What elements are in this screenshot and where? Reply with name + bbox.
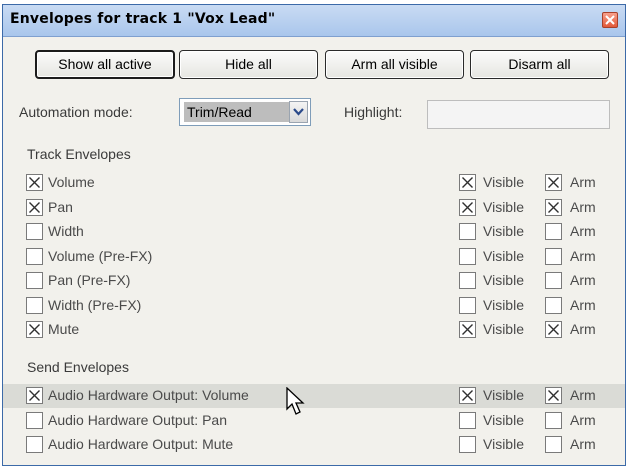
window-title: Envelopes for track 1 "Vox Lead" bbox=[10, 11, 276, 27]
envelope-label: Audio Hardware Output: Pan bbox=[48, 411, 227, 428]
automation-mode-value: Trim/Read bbox=[184, 102, 291, 122]
envelope-row[interactable]: Volume (Pre-FX) Visible Arm bbox=[3, 245, 625, 269]
arm-label: Arm bbox=[570, 272, 596, 288]
visible-label: Visible bbox=[483, 272, 524, 288]
arm-checkbox[interactable] bbox=[545, 296, 562, 314]
envelope-enable-checkbox[interactable] bbox=[26, 247, 43, 265]
envelope-row[interactable]: Pan Visible Arm bbox=[3, 196, 625, 220]
envelope-label: Mute bbox=[48, 321, 80, 337]
visible-checkbox[interactable] bbox=[459, 272, 476, 289]
envelope-enable-checkbox[interactable] bbox=[26, 223, 43, 240]
arm-all-visible-button[interactable]: Arm all visible bbox=[325, 50, 464, 79]
hide-all-button[interactable]: Hide all bbox=[179, 50, 318, 79]
envelope-label: Audio Hardware Output: Mute bbox=[48, 436, 234, 452]
visible-checkbox[interactable] bbox=[459, 387, 476, 404]
arm-checkbox[interactable] bbox=[545, 387, 562, 404]
arm-checkbox[interactable] bbox=[545, 198, 562, 216]
highlight-label: Highlight: bbox=[344, 104, 403, 120]
envelope-row[interactable]: Width Visible Arm bbox=[3, 220, 625, 244]
arm-label: Arm bbox=[570, 321, 596, 337]
envelope-row[interactable]: Mute Visible Arm bbox=[3, 318, 625, 342]
arm-label: Arm bbox=[570, 296, 596, 313]
visible-checkbox[interactable] bbox=[459, 411, 476, 429]
envelope-row[interactable]: Volume Visible Arm bbox=[3, 171, 625, 195]
highlight-field[interactable] bbox=[427, 100, 610, 129]
visible-label: Visible bbox=[483, 321, 524, 337]
envelopes-dialog: Envelopes for track 1 "Vox Lead" Show al… bbox=[2, 4, 626, 466]
envelope-enable-checkbox[interactable] bbox=[26, 387, 43, 404]
envelope-label: Width (Pre-FX) bbox=[48, 296, 142, 313]
envelope-label: Volume bbox=[48, 174, 95, 190]
envelope-row[interactable]: Pan (Pre-FX) Visible Arm bbox=[3, 269, 625, 293]
show-all-active-button[interactable]: Show all active bbox=[35, 50, 175, 79]
mouse-cursor-icon bbox=[286, 387, 305, 415]
envelope-enable-checkbox[interactable] bbox=[26, 174, 43, 191]
track-envelopes-header: Track Envelopes bbox=[27, 146, 131, 162]
visible-checkbox[interactable] bbox=[459, 436, 476, 453]
arm-checkbox[interactable] bbox=[545, 223, 562, 240]
envelope-row[interactable]: Audio Hardware Output: Volume Visible Arm bbox=[3, 384, 625, 408]
envelope-row[interactable]: Width (Pre-FX) Visible Arm bbox=[3, 294, 625, 318]
arm-label: Arm bbox=[570, 174, 596, 190]
arm-checkbox[interactable] bbox=[545, 321, 562, 338]
arm-checkbox[interactable] bbox=[545, 411, 562, 429]
arm-checkbox[interactable] bbox=[545, 247, 562, 265]
envelope-row[interactable]: Audio Hardware Output: Pan Visible Arm bbox=[3, 409, 625, 433]
visible-label: Visible bbox=[483, 387, 524, 403]
arm-label: Arm bbox=[570, 223, 596, 239]
envelope-enable-checkbox[interactable] bbox=[26, 411, 43, 429]
visible-checkbox[interactable] bbox=[459, 296, 476, 314]
visible-checkbox[interactable] bbox=[459, 174, 476, 191]
send-envelopes-header: Send Envelopes bbox=[27, 359, 129, 375]
envelope-enable-checkbox[interactable] bbox=[26, 296, 43, 314]
automation-mode-select[interactable]: Trim/Read bbox=[179, 98, 311, 126]
disarm-all-button[interactable]: Disarm all bbox=[470, 50, 609, 79]
visible-label: Visible bbox=[483, 247, 524, 264]
arm-label: Arm bbox=[570, 198, 596, 215]
envelope-row[interactable]: Audio Hardware Output: Mute Visible Arm bbox=[3, 433, 625, 457]
arm-checkbox[interactable] bbox=[545, 436, 562, 453]
arm-label: Arm bbox=[570, 436, 596, 452]
envelope-enable-checkbox[interactable] bbox=[26, 321, 43, 338]
envelope-label: Pan (Pre-FX) bbox=[48, 272, 131, 288]
visible-label: Visible bbox=[483, 436, 524, 452]
arm-label: Arm bbox=[570, 411, 596, 428]
automation-mode-label: Automation mode: bbox=[19, 104, 133, 120]
envelope-enable-checkbox[interactable] bbox=[26, 198, 43, 216]
visible-label: Visible bbox=[483, 174, 524, 190]
envelope-label: Audio Hardware Output: Volume bbox=[48, 387, 249, 403]
visible-checkbox[interactable] bbox=[459, 198, 476, 216]
title-bar[interactable]: Envelopes for track 1 "Vox Lead" bbox=[3, 5, 625, 37]
envelope-label: Pan bbox=[48, 198, 73, 215]
envelope-label: Volume (Pre-FX) bbox=[48, 247, 153, 264]
arm-label: Arm bbox=[570, 247, 596, 264]
close-icon[interactable] bbox=[602, 12, 618, 28]
arm-checkbox[interactable] bbox=[545, 272, 562, 289]
envelope-enable-checkbox[interactable] bbox=[26, 436, 43, 453]
visible-checkbox[interactable] bbox=[459, 247, 476, 265]
visible-checkbox[interactable] bbox=[459, 223, 476, 240]
arm-label: Arm bbox=[570, 387, 596, 403]
visible-label: Visible bbox=[483, 223, 524, 239]
visible-label: Visible bbox=[483, 411, 524, 428]
envelope-label: Width bbox=[48, 223, 84, 239]
visible-label: Visible bbox=[483, 296, 524, 313]
chevron-down-icon[interactable] bbox=[289, 101, 308, 123]
visible-checkbox[interactable] bbox=[459, 321, 476, 338]
envelope-enable-checkbox[interactable] bbox=[26, 272, 43, 289]
arm-checkbox[interactable] bbox=[545, 174, 562, 191]
visible-label: Visible bbox=[483, 198, 524, 215]
